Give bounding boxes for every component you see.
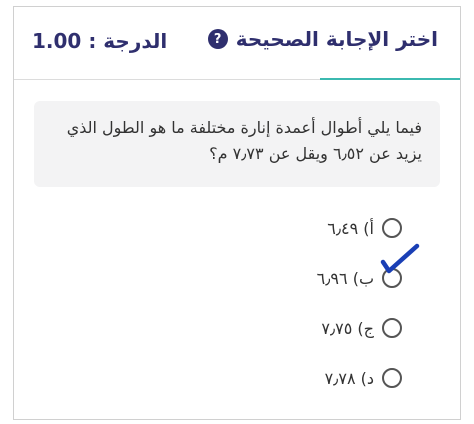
answer-options: أ) ٦٫٤٩ ب) ٦٫٩٦ ج) ٧٫٧٥ د) ٧٫٧٨ [317,203,402,403]
header-accent-line [320,78,460,80]
question-title: اختر الإجابة الصحيحة [235,27,438,51]
radio-button[interactable] [382,368,402,388]
grade-label: الدرجة : 1.00 [32,29,168,53]
option-c[interactable]: ج) ٧٫٧٥ [317,303,402,353]
option-label: د) ٧٫٧٨ [324,368,374,388]
question-card: اختر الإجابة الصحيحة ? الدرجة : 1.00 فيم… [13,6,461,420]
question-text: فيما يلي أطوال أعمدة إنارة مختلفة ما هو … [34,101,440,187]
option-label: ج) ٧٫٧٥ [321,318,374,338]
radio-button[interactable] [382,318,402,338]
option-d[interactable]: د) ٧٫٧٨ [317,353,402,403]
option-label: أ) ٦٫٤٩ [327,218,374,238]
question-title-group: اختر الإجابة الصحيحة ? [207,27,438,51]
question-header: اختر الإجابة الصحيحة ? الدرجة : 1.00 [14,7,460,80]
radio-button[interactable] [382,218,402,238]
question-circle-icon[interactable]: ? [207,29,228,49]
handwritten-check-icon [380,243,420,274]
